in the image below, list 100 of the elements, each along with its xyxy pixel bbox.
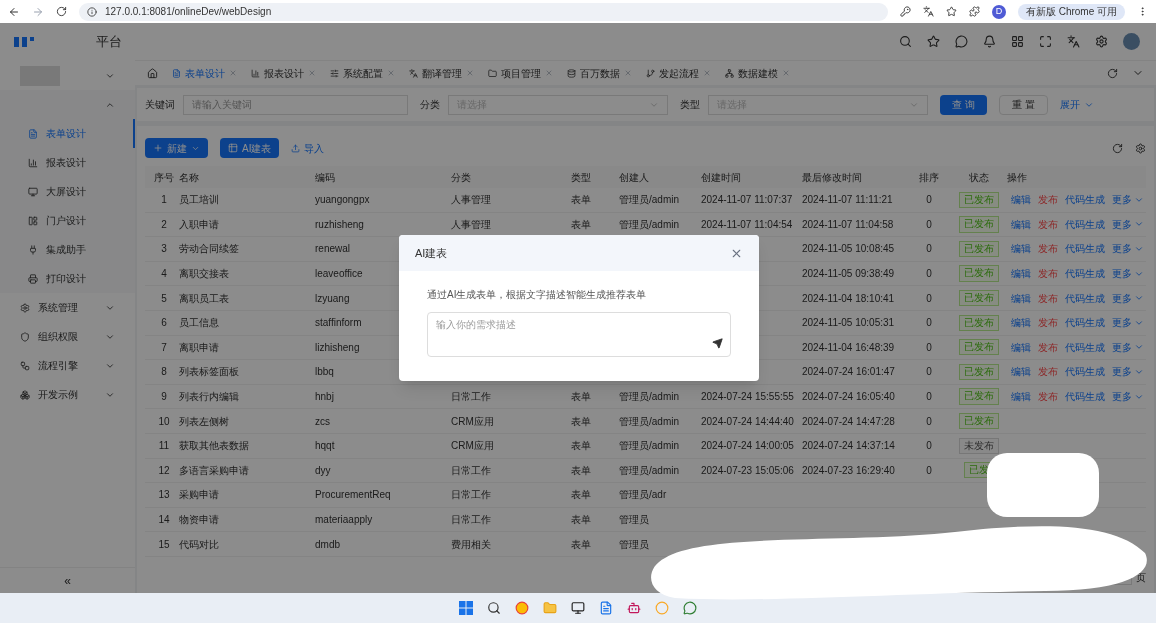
- browser-icon[interactable]: [515, 601, 529, 615]
- update-chip[interactable]: 有新版 Chrome 可用: [1017, 3, 1125, 20]
- action-link[interactable]: 发布: [1038, 290, 1058, 306]
- bookmark-icon[interactable]: [945, 6, 957, 17]
- settings-icon[interactable]: [1095, 35, 1108, 48]
- action-link[interactable]: 编辑: [1011, 241, 1031, 257]
- refresh-icon[interactable]: [1107, 67, 1118, 79]
- action-link[interactable]: 代码生成: [1065, 389, 1105, 405]
- action-link[interactable]: 编辑: [1011, 192, 1031, 208]
- prompt-field[interactable]: 输入你的需求描述: [427, 312, 731, 357]
- tab[interactable]: 翻译管理: [409, 65, 474, 81]
- table-cell-text: 表单: [571, 537, 591, 552]
- action-link[interactable]: 更多: [1112, 290, 1144, 306]
- menu-item[interactable]: 报表设计: [0, 148, 135, 177]
- action-link[interactable]: 代码生成: [1065, 216, 1105, 232]
- action-link[interactable]: 编辑: [1011, 364, 1031, 380]
- action-link[interactable]: 编辑: [1011, 290, 1031, 306]
- menu-group[interactable]: 组织权限: [0, 322, 135, 351]
- action-link[interactable]: 代码生成: [1065, 266, 1105, 282]
- action-link[interactable]: 编辑: [1011, 266, 1031, 282]
- action-link[interactable]: 发布: [1038, 266, 1058, 282]
- action-link[interactable]: 更多: [1112, 364, 1144, 380]
- profile-avatar[interactable]: D: [991, 4, 1006, 19]
- action-link[interactable]: 代码生成: [1065, 192, 1105, 208]
- tab[interactable]: 表单设计: [172, 65, 237, 81]
- notepad-icon[interactable]: [599, 601, 613, 615]
- message-icon[interactable]: [955, 35, 968, 48]
- key-icon[interactable]: [899, 6, 911, 17]
- reload-icon[interactable]: [56, 6, 67, 17]
- reset-button[interactable]: 重 置: [998, 94, 1048, 115]
- menu-group[interactable]: 开发示例: [0, 380, 135, 409]
- send-icon[interactable]: [712, 338, 723, 349]
- action-link[interactable]: 更多: [1112, 266, 1144, 282]
- action-link[interactable]: 更多: [1112, 389, 1144, 405]
- action-link[interactable]: 发布: [1038, 364, 1058, 380]
- tab[interactable]: 报表设计: [251, 65, 316, 81]
- extension-icon[interactable]: [968, 6, 980, 17]
- status-tag: 已发布: [959, 388, 999, 405]
- collapse-button[interactable]: «: [64, 571, 71, 590]
- info-icon[interactable]: [87, 6, 97, 17]
- action-link[interactable]: 更多: [1112, 315, 1144, 331]
- action-link[interactable]: 更多: [1112, 192, 1144, 208]
- table-cell-text: yuangongpx: [315, 193, 370, 208]
- tab[interactable]: 发起流程: [646, 65, 711, 81]
- tab[interactable]: 项目管理: [488, 65, 553, 81]
- refresh-icon[interactable]: [1112, 142, 1123, 154]
- action-link[interactable]: 代码生成: [1065, 315, 1105, 331]
- new-button[interactable]: 新建: [145, 138, 208, 158]
- action-link[interactable]: 编辑: [1011, 216, 1031, 232]
- user-avatar[interactable]: [1123, 33, 1140, 50]
- language-icon[interactable]: [1067, 35, 1080, 48]
- menu-item[interactable]: 表单设计: [0, 119, 135, 148]
- bell-icon[interactable]: [983, 35, 996, 48]
- expand-link[interactable]: 展开: [1059, 97, 1094, 112]
- table-cell-text: 2024-11-04 16:48:39: [802, 340, 895, 355]
- menu-item[interactable]: 门户设计: [0, 206, 135, 235]
- menu-group[interactable]: 流程引擎: [0, 351, 135, 380]
- menu-item[interactable]: 打印设计: [0, 264, 135, 293]
- back-icon[interactable]: [8, 5, 20, 18]
- action-link[interactable]: 编辑: [1011, 315, 1031, 331]
- query-button[interactable]: 查 询: [940, 94, 987, 115]
- table-cell-text: 0: [926, 414, 932, 429]
- action-link[interactable]: 发布: [1038, 315, 1058, 331]
- action-link[interactable]: 代码生成: [1065, 241, 1105, 257]
- action-link[interactable]: 发布: [1038, 339, 1058, 355]
- search-icon[interactable]: [899, 35, 912, 48]
- settings-icon[interactable]: [1135, 142, 1146, 154]
- tab[interactable]: 系统配置: [330, 65, 395, 81]
- action-link[interactable]: 发布: [1038, 192, 1058, 208]
- action-link[interactable]: 发布: [1038, 389, 1058, 405]
- app-icon[interactable]: [627, 601, 641, 615]
- chevron-down-icon[interactable]: [105, 71, 115, 81]
- menu-item[interactable]: 集成助手: [0, 235, 135, 264]
- chat-icon[interactable]: [683, 601, 697, 615]
- translate-icon[interactable]: [922, 6, 934, 17]
- import-button[interactable]: 导入: [291, 140, 325, 156]
- action-link[interactable]: 编辑: [1011, 389, 1031, 405]
- fullscreen-icon[interactable]: [1039, 35, 1052, 48]
- ai-build-button[interactable]: AI建表: [220, 138, 280, 158]
- address-bar[interactable]: 127.0.0.1:8081/onlineDev/webDesign: [79, 2, 888, 21]
- home-icon[interactable]: [147, 67, 158, 79]
- action-link[interactable]: 发布: [1038, 241, 1058, 257]
- search-icon[interactable]: [487, 601, 501, 615]
- star-icon[interactable]: [927, 35, 940, 48]
- menu-item[interactable]: 大屏设计: [0, 177, 135, 206]
- menu-group[interactable]: 系统管理: [0, 293, 135, 322]
- action-link[interactable]: 更多: [1112, 241, 1144, 257]
- action-link[interactable]: 发布: [1038, 216, 1058, 232]
- action-link[interactable]: 更多: [1112, 339, 1144, 355]
- action-link[interactable]: 代码生成: [1065, 364, 1105, 380]
- action-link[interactable]: 编辑: [1011, 339, 1031, 355]
- action-link[interactable]: 代码生成: [1065, 290, 1105, 306]
- tab[interactable]: 数据建模: [725, 65, 790, 81]
- grid-icon[interactable]: [1011, 35, 1024, 48]
- action-link[interactable]: 代码生成: [1065, 339, 1105, 355]
- table-cell-text: 0: [926, 267, 932, 282]
- table-cell-text: 代码对比: [179, 537, 219, 552]
- table-cell-text: 员工培训: [179, 193, 219, 208]
- tab[interactable]: 百万数据: [567, 65, 632, 81]
- action-link[interactable]: 更多: [1112, 216, 1144, 232]
